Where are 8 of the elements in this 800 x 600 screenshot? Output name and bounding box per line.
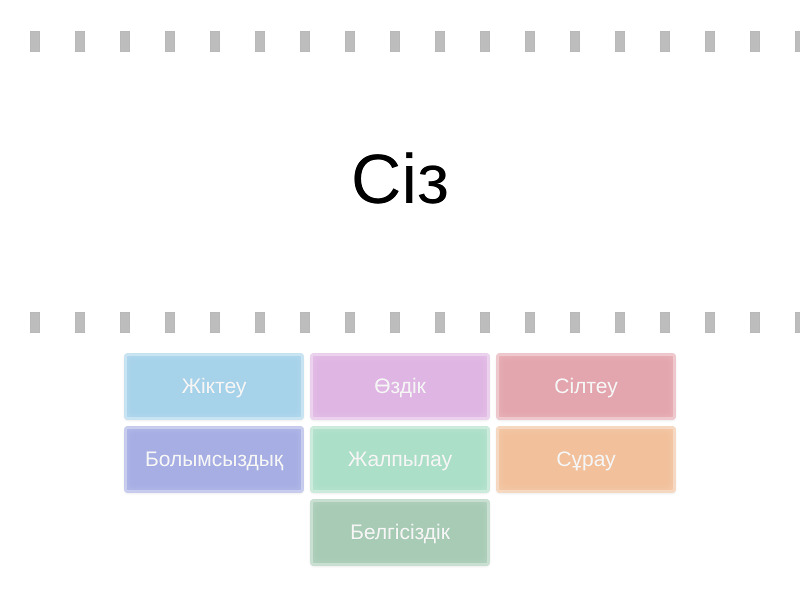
answer-tile[interactable]: Өздік (310, 353, 490, 420)
answer-tile[interactable]: Сұрау (496, 426, 676, 493)
answer-tile[interactable]: Жіктеу (124, 353, 304, 420)
answer-tile[interactable]: Болымсыздық (124, 426, 304, 493)
answer-tile[interactable]: Сілтеу (496, 353, 676, 420)
answer-tile[interactable]: Жалпылау (310, 426, 490, 493)
answer-tile[interactable]: Белгісіздік (310, 499, 490, 566)
prompt-word: Сіз (350, 144, 450, 220)
